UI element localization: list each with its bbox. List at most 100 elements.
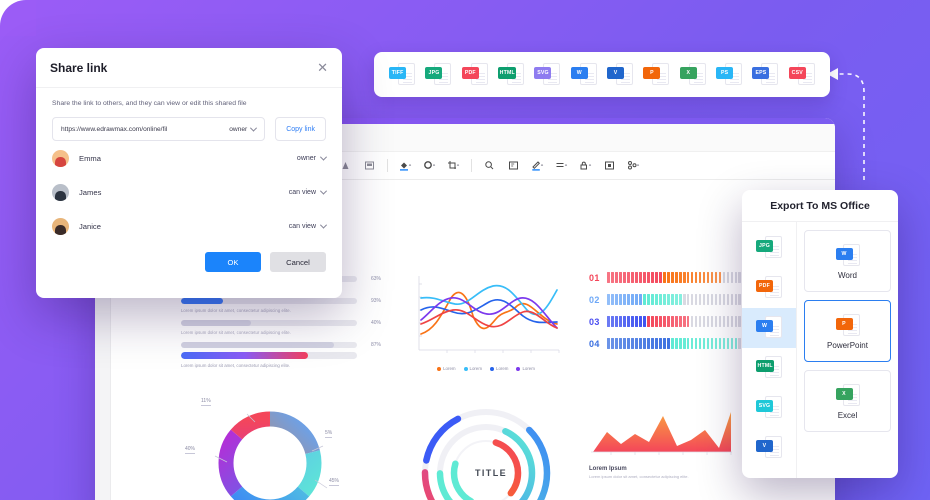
shadow-icon[interactable] xyxy=(603,159,616,172)
bar-segment xyxy=(650,338,654,349)
file-icon-html[interactable]: HTML xyxy=(756,355,782,381)
bar-segment xyxy=(694,316,698,327)
export-side-item-jpg[interactable]: JPG xyxy=(742,228,796,268)
bar-segment xyxy=(722,338,726,349)
copy-link-button[interactable]: Copy link xyxy=(275,117,326,141)
file-icon-html[interactable]: HTML xyxy=(498,62,525,88)
bar-segment xyxy=(710,338,714,349)
shared-user-name: James xyxy=(79,187,102,197)
bar-segment xyxy=(674,294,678,305)
bar-segment xyxy=(730,338,734,349)
bar-segment xyxy=(698,316,702,327)
ok-button[interactable]: OK xyxy=(205,252,261,272)
bar-segment xyxy=(634,338,638,349)
file-icon-jpg[interactable]: JPG xyxy=(425,62,452,88)
export-card-excel[interactable]: X Excel xyxy=(804,370,891,432)
file-icon-ps[interactable]: PS xyxy=(716,62,743,88)
export-side-item-pdf[interactable]: PDF xyxy=(742,268,796,308)
bar-segment xyxy=(682,294,686,305)
chevron-down-icon xyxy=(250,124,258,132)
file-icon-tiff[interactable]: TIFF xyxy=(389,62,416,88)
file-icon-svg[interactable]: SVG xyxy=(534,62,561,88)
export-card-label: PowerPoint xyxy=(827,340,868,350)
file-icon-x[interactable]: X xyxy=(679,62,706,88)
chevron-down-icon[interactable] xyxy=(319,153,328,161)
cancel-button[interactable]: Cancel xyxy=(270,252,326,272)
chevron-down-icon[interactable] xyxy=(319,187,328,195)
donut-label: 45% xyxy=(329,478,340,486)
export-side-item-html[interactable]: HTML xyxy=(742,348,796,388)
file-icon-p[interactable]: P xyxy=(643,62,670,88)
export-card-word[interactable]: W Word xyxy=(804,230,891,292)
file-icon-v[interactable]: V xyxy=(607,62,634,88)
file-icon-pdf[interactable]: PDF xyxy=(461,62,488,88)
bar-segment xyxy=(634,294,638,305)
donut-label: 5% xyxy=(325,430,333,438)
bar-segment xyxy=(674,272,678,283)
share-link-row: https://www.edrawmax.com/online/fil owne… xyxy=(36,107,342,141)
bar-segment xyxy=(658,316,662,327)
file-format-tag: TIFF xyxy=(389,66,407,79)
bar-segment xyxy=(702,338,706,349)
export-panel-title: Export To MS Office xyxy=(770,199,870,212)
bar-segment xyxy=(738,272,742,283)
legend-color-swatch xyxy=(490,366,494,371)
file-format-tag: CSV xyxy=(788,66,806,79)
legend-label: Lorem xyxy=(443,366,456,371)
file-format-tag: W xyxy=(570,66,588,79)
fill-color-icon[interactable] xyxy=(399,159,412,172)
pen-color-icon[interactable] xyxy=(531,159,544,172)
bar-segment xyxy=(670,294,674,305)
close-icon[interactable]: ✕ xyxy=(317,61,328,74)
bar-segment xyxy=(710,316,714,327)
shared-user-row: James can view xyxy=(36,175,342,209)
area-chart-card: Lorem Ipsum Lorem ipsum dolor sit amet, … xyxy=(589,402,739,479)
lock-icon[interactable] xyxy=(579,159,592,172)
line-chart-legend: Lorem Lorem Lorem Lorem xyxy=(411,366,561,371)
file-icon-w[interactable]: W xyxy=(570,62,597,88)
zoom-icon[interactable] xyxy=(483,159,496,172)
export-card-powerpoint[interactable]: P PowerPoint xyxy=(804,300,891,362)
file-icon-x: X xyxy=(835,383,860,407)
bar-segment xyxy=(670,338,674,349)
file-icon-jpg[interactable]: JPG xyxy=(756,235,782,261)
bar-segment xyxy=(650,272,654,283)
file-icon-svg[interactable]: SVG xyxy=(756,395,782,421)
avatar xyxy=(52,149,69,167)
file-icon-w[interactable]: W xyxy=(756,315,782,341)
bar-segment xyxy=(638,294,642,305)
file-icon-v[interactable]: V xyxy=(756,435,782,461)
bar-segment xyxy=(614,294,618,305)
avatar xyxy=(52,183,69,201)
export-side-item-w[interactable]: W xyxy=(742,308,796,348)
progress-caption: Lorem ipsum dolor sit amet, consectetur … xyxy=(181,330,291,335)
file-icon-pdf[interactable]: PDF xyxy=(756,275,782,301)
numbered-bar-label: 03 xyxy=(589,316,600,327)
link-permission-dropdown[interactable]: owner xyxy=(229,124,258,133)
find-replace-icon[interactable] xyxy=(507,159,520,172)
bar-segment xyxy=(734,338,738,349)
crop-icon[interactable] xyxy=(447,159,460,172)
file-icon-csv[interactable]: CSV xyxy=(788,62,815,88)
bar-segment xyxy=(622,272,626,283)
file-icon-eps[interactable]: EPS xyxy=(752,62,779,88)
bar-segment xyxy=(642,338,646,349)
file-format-tag: V xyxy=(756,440,773,452)
chevron-down-icon[interactable] xyxy=(319,221,328,229)
frame-icon[interactable] xyxy=(363,159,376,172)
share-link-value: https://www.edrawmax.com/online/fil xyxy=(61,125,168,133)
export-side-item-svg[interactable]: SVG xyxy=(742,388,796,428)
bar-segment xyxy=(718,338,722,349)
bar-segment xyxy=(722,272,726,283)
progress-track xyxy=(181,352,357,359)
group-icon[interactable] xyxy=(627,159,640,172)
shape-style-icon[interactable] xyxy=(423,159,436,172)
bar-segment xyxy=(610,338,614,349)
area-chart-card: Lorem Ipsum Lorem ipsum dolor sit amet, … xyxy=(589,489,739,500)
progress-row: 40% xyxy=(181,320,381,326)
bar-segment xyxy=(662,338,666,349)
export-side-item-v[interactable]: V xyxy=(742,428,796,468)
file-format-tag: HTML xyxy=(498,66,517,79)
line-weight-icon[interactable] xyxy=(555,159,568,172)
share-link-input[interactable]: https://www.edrawmax.com/online/fil owne… xyxy=(52,117,266,141)
